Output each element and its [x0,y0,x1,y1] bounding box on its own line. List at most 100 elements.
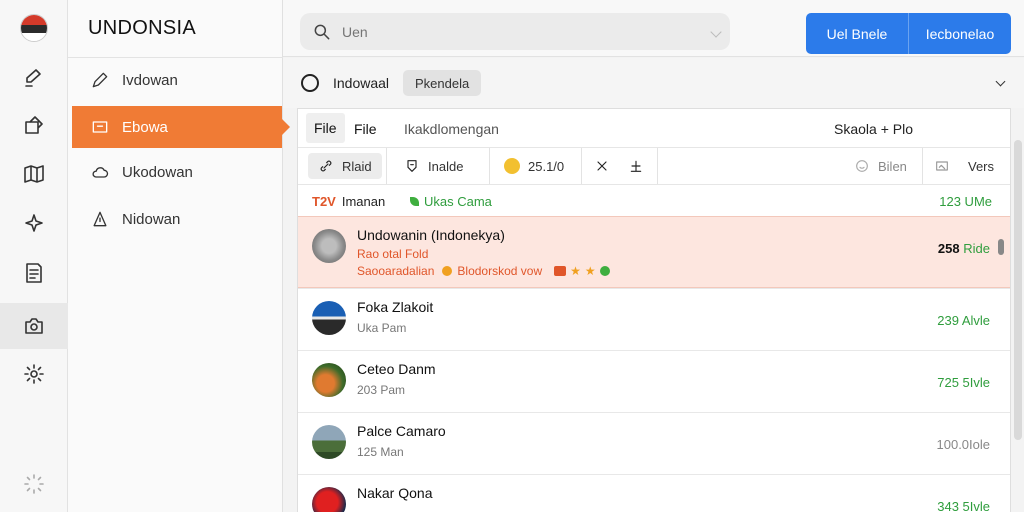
content-panel: File File Ikakdlomengan Skaola + Plo Rla… [297,108,1011,512]
tag-dot-icon [442,266,453,276]
sidebar-item-ebowa[interactable]: Ebowa [72,106,290,148]
header-button-group: Uel Bnele Iecbonelao [806,13,1011,54]
list-item[interactable]: Palce Camaro 125 Man 100.0Iole [298,412,1010,474]
divider [922,148,923,184]
close-icon [597,161,607,171]
item-size: 100.0Iole [936,437,991,452]
divider [657,148,658,184]
message-icon[interactable] [20,112,48,140]
item-title: Undowanin (Indonekya) [357,227,505,243]
count-label: 25.1/0 [528,158,565,174]
sidebar-item-ukodowan[interactable]: Ukodowan [72,151,282,193]
count-button[interactable]: 25.1/0 [504,148,564,184]
sidebar-item-nidowan[interactable]: Nidowan [72,198,282,240]
size-label: 123 UMe [939,194,992,209]
notes-icon[interactable] [20,259,48,287]
smile-icon [856,160,868,172]
item-subtitle: 125 Man [357,445,404,459]
tag-text: Saooaradalian [357,264,435,278]
image-icon [936,161,948,171]
list-item[interactable]: Nakar Qona 343 5Ivle [298,474,1010,512]
item-size: 239 Alvle [937,313,990,328]
edit-icon[interactable] [20,64,48,92]
camera-icon[interactable] [0,303,68,349]
plus-icon [630,160,642,172]
item-title: Nakar Qona [357,485,433,501]
divider [581,148,582,184]
primary-button[interactable]: Uel Bnele [806,13,908,54]
scrollbar[interactable] [1014,140,1022,440]
map-icon[interactable] [20,160,48,188]
star-icon: ★ [584,264,596,278]
folder-icon [92,121,108,133]
circle-icon[interactable] [301,74,319,92]
search-bar[interactable] [300,13,730,50]
item-size: 258 Ride [938,241,990,256]
sidebar: UNDONSIA Ivdowan Ebowa Ukodowan Nidowan [68,0,290,512]
tools-button[interactable]: Inalde [404,148,463,184]
settings-icon[interactable] [20,360,48,388]
search-input[interactable] [342,23,682,40]
sidebar-item-label: Ebowa [122,118,168,136]
sidebar-item-ivdowan[interactable]: Ivdowan [72,59,282,101]
chevron-down-icon[interactable] [995,76,1006,87]
breadcrumb: Ikakdlomengan [404,121,499,137]
item-size-number: 258 [937,241,960,256]
chevron-down-icon[interactable] [710,26,722,38]
person-icon [93,211,107,227]
tag-text: Imanan [341,194,386,209]
badge-icon [554,266,567,276]
toolbar: Rlaid Inalde 25.1/0 Bilen Vers [298,148,1010,185]
shield-icon [407,160,417,172]
tag-label-green[interactable]: Ukas Cama [410,194,492,209]
file-row-right-label[interactable]: Skaola + Plo [834,121,913,137]
icon-rail [0,0,68,512]
tag-prefix: T2V [312,194,336,209]
sub-header: Indowaal Pkendela [283,58,1024,108]
tab-file-1[interactable]: File [306,113,345,143]
label-row: T2V Imanan Ukas Cama 123 UMe [298,185,1010,217]
list-item[interactable]: Undowanin (Indonekya) Rao otal Fold Saoo… [298,216,1010,288]
file-tabs-row: File File Ikakdlomengan Skaola + Plo [298,109,1010,148]
filter-right-label: Bilen [878,158,907,174]
item-title: Foka Zlakoit [357,299,434,315]
filter-right-button[interactable]: Bilen [854,148,907,184]
close-button[interactable] [594,148,618,184]
list-item[interactable]: Ceteo Danm 203 Pam 725 5Ivle [298,350,1010,412]
item-size-unit: Ride [963,241,990,256]
avatar [312,425,346,459]
avatar [312,487,346,512]
emoji-icon [504,158,520,174]
secondary-button[interactable]: Iecbonelao [908,13,1011,54]
tag-label[interactable]: T2V Imanan [312,194,385,209]
item-subtitle: Uka Pam [357,321,407,335]
filter-label: Rlaid [342,158,372,174]
flag-icon[interactable] [20,14,48,42]
item-title: Ceteo Danm [357,361,436,377]
list-item[interactable]: Foka Zlakoit Uka Pam 239 Alvle [298,288,1010,350]
filter-chip[interactable]: Pkendela [403,70,482,96]
sidebar-item-label: Ukodowan [122,163,193,181]
item-subtitle: 203 Pam [357,383,406,397]
link-icon [320,160,332,172]
sidebar-item-label: Ivdowan [122,71,178,89]
item-size: 343 5Ivle [937,499,990,512]
sidebar-item-label: Nidowan [122,210,181,228]
avatar [312,229,346,263]
item-subtitle: Rao otal Fold [357,247,429,261]
divider [386,148,387,184]
avatar [312,301,346,335]
versions-label: Vers [968,158,995,174]
sparkle-icon[interactable] [20,210,48,238]
add-button[interactable] [628,148,652,184]
search-icon [314,24,330,39]
star-icon: ★ [570,264,581,278]
row-scroll-handle[interactable] [998,239,1004,255]
top-bar: Uel Bnele Iecbonelao [283,0,1024,57]
versions-button[interactable]: Vers [934,148,994,184]
divider [68,57,283,58]
tag-text: Blodorskod vow [457,264,543,278]
item-size: 725 5Ivle [937,375,990,390]
tab-file-2[interactable]: File [350,118,381,140]
filter-button[interactable]: Rlaid [308,153,382,179]
